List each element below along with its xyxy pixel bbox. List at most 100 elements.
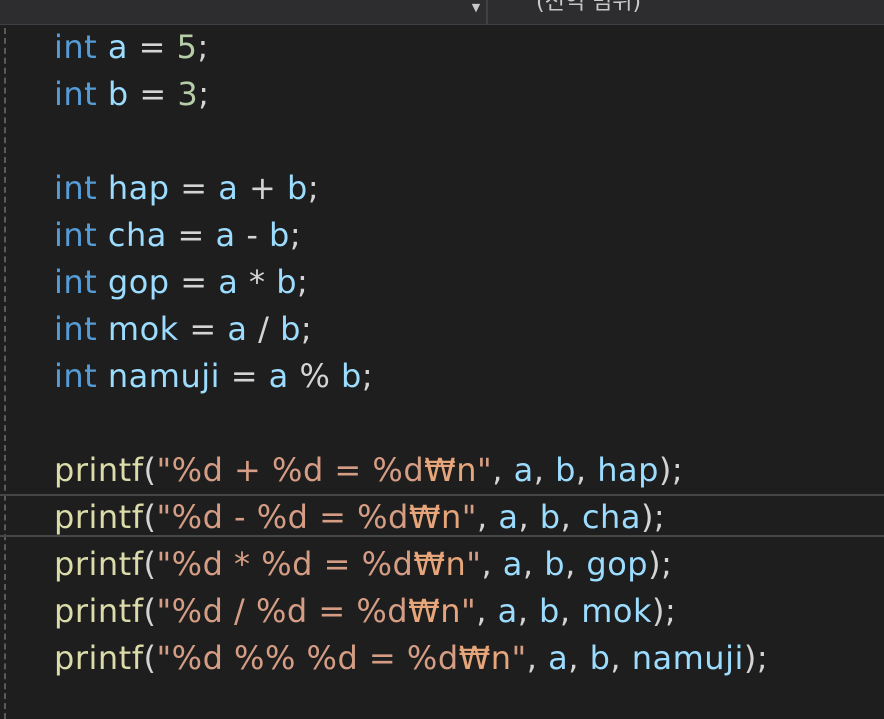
punctuation-token: , [522, 545, 545, 583]
keyword-token: int [54, 357, 98, 395]
code-line-1: int a = 5; [54, 24, 209, 71]
punctuation-token: ( [143, 639, 157, 677]
punctuation-token: , [575, 451, 598, 489]
punctuation-token: ; [307, 169, 320, 207]
punctuation-token: , [476, 592, 498, 630]
identifier-token: hap [597, 451, 659, 489]
string-token: "%d %% %d = %d [156, 639, 459, 677]
string-token: " [461, 498, 477, 536]
escape-token: ₩n [413, 545, 467, 583]
identifier-token: gop [97, 263, 170, 301]
punctuation-token: ( [143, 498, 157, 536]
identifier-token: cha [581, 498, 641, 536]
punctuation-token: , [560, 498, 582, 536]
code-line-printf-1: printf("%d + %d = %d₩n", a, b, hap); [54, 447, 683, 494]
identifier-token: mok [97, 310, 179, 348]
punctuation-token: ( [143, 545, 157, 583]
punctuation-token: , [568, 639, 590, 677]
identifier-token: a [215, 216, 236, 254]
scope-label[interactable]: (전역 범위) [536, 0, 641, 15]
punctuation-token: , [481, 545, 503, 583]
string-token: "%d + %d = %d [156, 451, 425, 489]
punctuation-token: , [559, 592, 582, 630]
string-token: " [466, 545, 482, 583]
identifier-token: b [97, 75, 129, 113]
punctuation-token: ; [197, 28, 209, 66]
identifier-token: cha [97, 216, 167, 254]
keyword-token: int [54, 263, 98, 301]
punctuation-token: ; [289, 216, 302, 254]
identifier-token: b [544, 545, 566, 583]
operator-token: = [169, 263, 219, 301]
punctuation-token: , [565, 545, 587, 583]
punctuation-token: , [492, 451, 514, 489]
code-editor[interactable]: int a = 5; int b = 3; int hap = a + b; i… [0, 24, 884, 719]
punctuation-token: ; [361, 357, 374, 395]
identifier-token: a [227, 310, 248, 348]
code-line-5: int cha = a - b; [54, 212, 301, 259]
keyword-token: int [54, 169, 98, 207]
function-token: printf [54, 498, 144, 536]
punctuation-token: , [517, 592, 540, 630]
punctuation-token: ( [143, 451, 157, 489]
identifier-token: b [280, 310, 301, 348]
function-token: printf [54, 451, 144, 489]
identifier-token: b [341, 357, 362, 395]
escape-token: ₩n [408, 592, 462, 630]
punctuation-token: , [518, 498, 540, 536]
escape-token: ₩n [458, 639, 512, 677]
punctuation-token: ; [297, 263, 309, 301]
punctuation-token: , [610, 639, 632, 677]
identifier-token: a [497, 592, 518, 630]
code-line-printf-3: printf("%d * %d = %d₩n", a, b, gop); [54, 541, 672, 588]
string-token: " [461, 592, 477, 630]
code-line-2: int b = 3; [54, 71, 210, 118]
operator-token: - [235, 216, 270, 254]
punctuation-token: ; [198, 75, 210, 113]
code-line-printf-5: printf("%d %% %d = %d₩n", a, b, namuji); [54, 635, 768, 682]
identifier-token: b [539, 498, 561, 536]
identifier-token: a [97, 28, 128, 66]
code-line-printf-2: printf("%d - %d = %d₩n", a, b, cha); [54, 494, 665, 541]
identifier-token: a [268, 357, 289, 395]
operator-token: = [128, 75, 178, 113]
operator-token: / [247, 310, 281, 348]
function-token: printf [54, 639, 144, 677]
operator-token: = [220, 357, 269, 395]
punctuation-token: , [526, 639, 549, 677]
string-token: " [477, 451, 493, 489]
identifier-token: mok [581, 592, 652, 630]
keyword-token: int [54, 216, 98, 254]
operator-token: = [169, 169, 219, 207]
identifier-token: b [539, 592, 560, 630]
identifier-token: b [276, 263, 298, 301]
keyword-token: int [54, 28, 98, 66]
identifier-token: hap [97, 169, 170, 207]
keyword-token: int [54, 75, 98, 113]
punctuation-token: ); [648, 545, 673, 583]
punctuation-token: , [533, 451, 556, 489]
code-line-printf-4: printf("%d / %d = %d₩n", a, b, mok); [54, 588, 676, 635]
code-line-4: int hap = a + b; [54, 165, 319, 212]
code-line-7: int mok = a / b; [54, 306, 312, 353]
operator-token: % [288, 357, 342, 395]
operator-token: = [166, 216, 216, 254]
operator-token: = [128, 28, 177, 66]
punctuation-token: ; [300, 310, 313, 348]
code-line-8: int namuji = a % b; [54, 353, 373, 400]
identifier-token: a [218, 263, 239, 301]
identifier-token: namuji [631, 639, 744, 677]
navigation-bar: ▼ (전역 범위) [0, 0, 884, 25]
punctuation-token: ); [651, 592, 677, 630]
operator-token: = [178, 310, 228, 348]
string-token: " [511, 639, 527, 677]
punctuation-token: ( [143, 592, 157, 630]
string-token: "%d * %d = %d [156, 545, 414, 583]
chevron-down-icon[interactable]: ▼ [470, 2, 482, 14]
function-token: printf [54, 545, 144, 583]
string-token: "%d - %d = %d [156, 498, 409, 536]
function-token: printf [54, 592, 144, 630]
identifier-token: a [498, 498, 519, 536]
file-scope-dropdown[interactable]: ▼ [0, 0, 488, 24]
identifier-token: b [287, 169, 308, 207]
